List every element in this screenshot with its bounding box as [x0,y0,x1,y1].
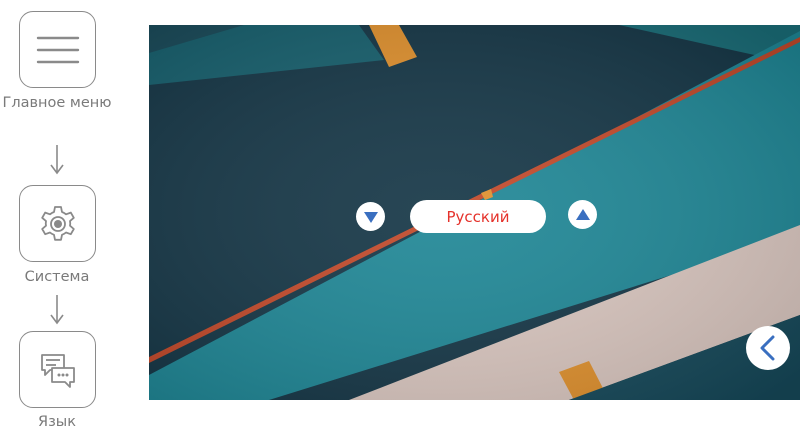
arrow-down-icon [50,295,64,325]
device-screen: Русский [149,25,800,400]
system-step[interactable] [19,185,96,262]
back-button[interactable] [746,326,790,370]
hamburger-menu-icon [36,36,79,63]
language-label: Язык [38,414,76,430]
triangle-down-icon [363,211,378,223]
breadcrumb: Главное меню Система Язык [0,0,120,431]
chat-bubbles-icon [40,353,75,388]
arrow-down-icon [50,145,64,175]
language-step[interactable] [19,331,96,408]
language-value[interactable]: Русский [410,200,546,233]
gear-icon [40,205,75,241]
triangle-up-icon [575,208,590,220]
system-label: Система [24,269,90,285]
main-menu-label: Главное меню [2,95,112,111]
main-menu-step[interactable] [19,11,96,88]
chevron-left-icon [760,335,775,361]
previous-language-button[interactable] [356,202,385,231]
next-language-button[interactable] [568,200,597,229]
